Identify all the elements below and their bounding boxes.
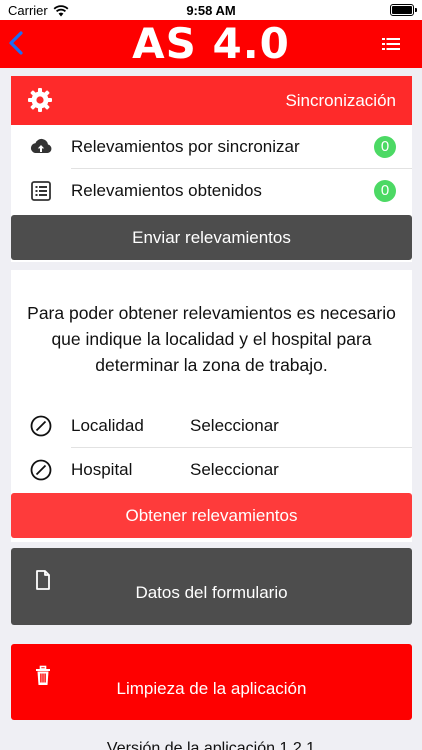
battery-icon [390,4,417,16]
form-data-button[interactable]: Datos del formulario [11,548,412,625]
info-message: Para poder obtener relevamientos es nece… [27,303,396,375]
sync-card: Sincronización Relevamientos por sincron… [11,76,412,262]
form-data-label: Datos del formulario [135,583,288,602]
pending-sync-label: Relevamientos por sincronizar [71,137,300,156]
obtain-surveys-button[interactable]: Obtener relevamientos [11,493,412,538]
location-card: Para poder obtener relevamientos es nece… [11,270,412,542]
list-icon [31,181,51,201]
hospital-label: Hospital [71,460,133,479]
pending-sync-count: 0 [374,136,396,158]
hospital-selector[interactable]: Hospital Seleccionar [11,448,412,492]
no-selection-icon [30,459,52,481]
locality-selector[interactable]: Localidad Seleccionar [11,404,412,448]
send-surveys-button[interactable]: Enviar relevamientos [11,215,412,260]
nav-bar: AS 4.0 [0,20,422,68]
obtained-count: 0 [374,180,396,202]
cloud-upload-icon [30,138,52,153]
sync-header[interactable]: Sincronización [11,76,412,125]
locality-label: Localidad [71,416,144,435]
no-selection-icon [30,415,52,437]
locality-value: Seleccionar [190,416,279,435]
list-icon[interactable] [382,37,400,51]
app-version: Versión de la aplicación 1.2.1 [106,740,316,750]
list-item[interactable]: Relevamientos obtenidos 0 [11,169,412,213]
list-item[interactable]: Relevamientos por sincronizar 0 [11,125,412,169]
obtained-label: Relevamientos obtenidos [71,181,262,200]
hospital-value: Seleccionar [190,460,279,479]
clean-app-label: Limpieza de la aplicación [116,679,307,698]
gear-icon [28,88,52,112]
sync-title: Sincronización [285,91,396,110]
clock: 9:58 AM [186,3,236,18]
clean-app-button[interactable]: Limpieza de la aplicación [11,644,412,720]
app-logo: AS 4.0 [132,19,290,68]
status-bar: Carrier 9:58 AM [0,0,422,20]
